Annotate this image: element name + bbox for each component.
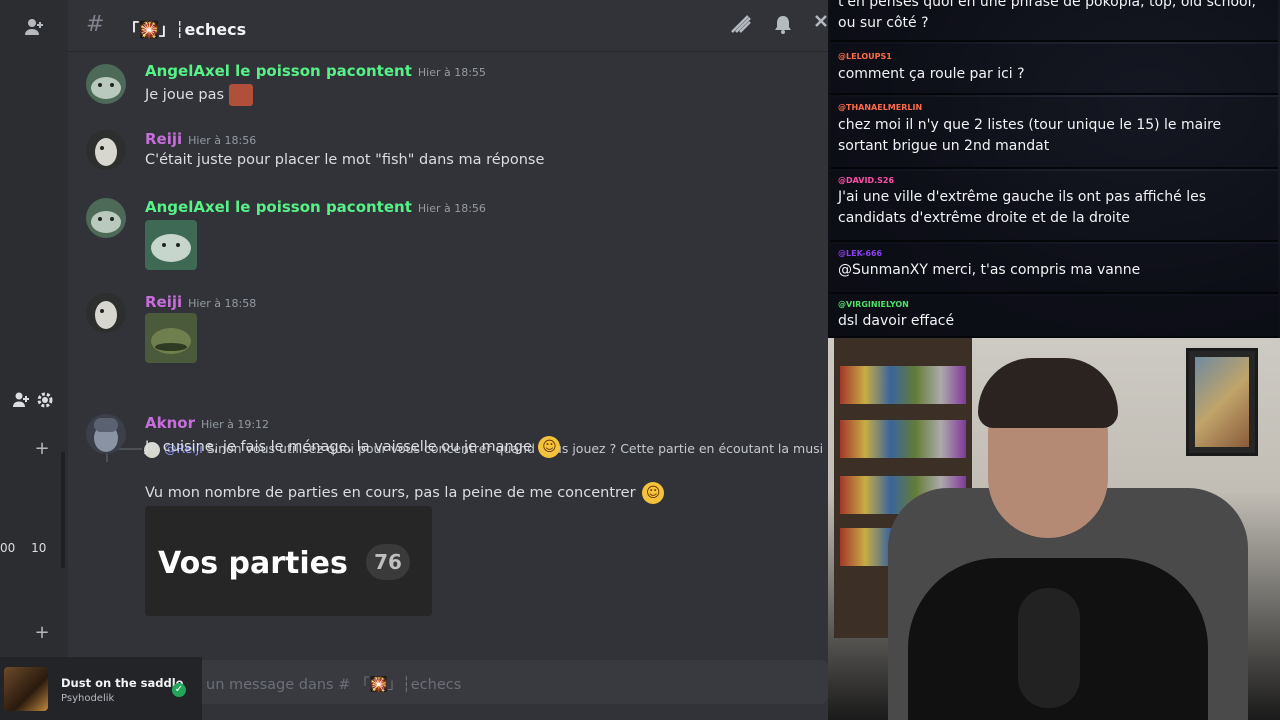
username-text[interactable]: AngelAxel le poisson pacontent	[145, 198, 412, 216]
chat-text: comment ça roule par ici ?	[838, 66, 1025, 82]
chat-message: @LEK-666 @SunmanXY merci, t'as compris m…	[830, 244, 1278, 294]
image-attachment[interactable]	[145, 220, 197, 270]
username-text[interactable]: Reiji	[145, 293, 182, 311]
username-text[interactable]: Reiji	[145, 130, 182, 148]
voice-counts: 00 10	[0, 541, 58, 555]
shelf-items	[840, 366, 966, 404]
album-cover	[4, 667, 48, 711]
stream-chat: t'en penses quoi en une phrase de pokopi…	[828, 0, 1280, 338]
add-icon[interactable]: +	[8, 622, 76, 643]
now-playing-widget[interactable]: Dust on the saddle Psyhodelik ✓	[0, 657, 202, 720]
sidebar-scrollbar[interactable]	[61, 452, 65, 568]
hash-icon: #	[86, 12, 105, 37]
avatar[interactable]	[86, 198, 126, 238]
parties-count: 76	[366, 544, 410, 580]
threads-icon[interactable]	[730, 14, 752, 39]
chat-text: dsl davoir effacé	[838, 313, 955, 329]
streamer-hair	[978, 358, 1118, 428]
channel-name: 「🎇」┆echecs	[123, 20, 247, 39]
chat-text: @SunmanXY merci, t'as compris ma vanne	[838, 262, 1141, 278]
channel-sidebar: + 00 10 +	[0, 0, 68, 720]
image-attachment[interactable]	[145, 313, 197, 363]
message-text: Je cuisine, je fais le ménage, la vaisse…	[145, 436, 561, 458]
chat-text: t'en penses quoi en une phrase de pokopi…	[838, 0, 1256, 31]
username-text[interactable]: Aknor	[145, 414, 195, 432]
chat-message: t'en penses quoi en une phrase de pokopi…	[830, 0, 1278, 42]
invite-icon[interactable]	[12, 392, 36, 414]
tongue-emoji-icon: ☺	[642, 482, 665, 504]
username[interactable]: Reiji Hier à 18:58	[145, 293, 256, 311]
timestamp: Hier à 19:12	[200, 418, 270, 431]
timestamp: Hier à 18:58	[188, 297, 257, 310]
count-left: 00	[0, 541, 16, 555]
username[interactable]: Reiji Hier à 18:56	[145, 130, 256, 148]
message-line: Je cuisine, je fais le ménage, la vaisse…	[145, 439, 532, 455]
add-friend-icon[interactable]	[0, 16, 68, 43]
username-text[interactable]: AngelAxel le poisson pacontent	[145, 62, 412, 80]
chat-message: @DAVID.S26 J'ai une ville d'extrême gauc…	[830, 171, 1278, 242]
chat-username: @DAVID.S26	[838, 176, 895, 185]
count-right: 10	[31, 541, 47, 555]
avatar[interactable]	[86, 293, 126, 333]
track-title: Dust on the saddle	[61, 676, 184, 690]
chat-text: chez moi il n'y que 2 listes (tour uniqu…	[838, 117, 1222, 154]
avatar[interactable]	[86, 414, 126, 454]
message-content: C'était juste pour placer le mot "fish" …	[145, 152, 545, 168]
bell-icon[interactable]	[774, 14, 792, 39]
timestamp: Hier à 18:56	[188, 134, 257, 147]
painting-canvas	[1195, 357, 1249, 447]
message-text: Vu mon nombre de parties en cours, pas l…	[145, 482, 665, 504]
chat-username: @VIRGINIELYON	[838, 300, 909, 309]
grin-emoji-icon: ☺	[538, 436, 561, 458]
add-icon[interactable]: +	[8, 438, 76, 459]
composer-placeholder: un message dans # 「🎇」┆echecs	[206, 677, 462, 693]
message-line: Vu mon nombre de parties en cours, pas l…	[145, 485, 636, 501]
gear-icon[interactable]	[36, 392, 54, 414]
chat-message: @THANAELMERLIN chez moi il n'y que 2 lis…	[830, 97, 1278, 169]
username[interactable]: AngelAxel le poisson pacontent Hier à 18:…	[145, 62, 486, 80]
parties-label: Vos parties	[158, 546, 348, 581]
message-list[interactable]: AngelAxel le poisson pacontent Hier à 18:…	[68, 52, 828, 652]
timestamp: Hier à 18:56	[417, 202, 486, 215]
chat-username: @LELOUPS1	[838, 52, 892, 61]
face-emoji-icon	[228, 84, 253, 106]
chat-message: @LELOUPS1 comment ça roule par ici ?	[830, 44, 1278, 95]
chat-username: @LEK-666	[838, 249, 883, 258]
webcam-feed	[828, 338, 1280, 720]
timestamp: Hier à 18:55	[417, 66, 486, 79]
check-icon: ✓	[172, 683, 186, 697]
avatar[interactable]	[86, 130, 126, 170]
chat-text: J'ai une ville d'extrême gauche ils ont …	[838, 189, 1206, 226]
chat-username: @THANAELMERLIN	[838, 103, 923, 112]
member-settings-icons	[8, 391, 58, 414]
pin-icon[interactable]	[814, 14, 828, 39]
track-artist: Psyhodelik	[61, 693, 115, 704]
message-text: Je joue pas	[145, 84, 253, 106]
username[interactable]: Aknor Hier à 19:12	[145, 414, 269, 432]
channel-header: # 「🎇」┆echecs	[68, 0, 828, 52]
wall-painting	[1186, 348, 1258, 456]
message-content: Je joue pas	[145, 87, 225, 103]
microphone	[1018, 588, 1080, 708]
image-attachment[interactable]: Vos parties 76	[145, 506, 432, 616]
avatar[interactable]	[86, 64, 126, 104]
username[interactable]: AngelAxel le poisson pacontent Hier à 18:…	[145, 198, 486, 216]
shelf-items	[840, 420, 966, 458]
chat-message: @VIRGINIELYON dsl davoir effacé	[830, 296, 1278, 338]
